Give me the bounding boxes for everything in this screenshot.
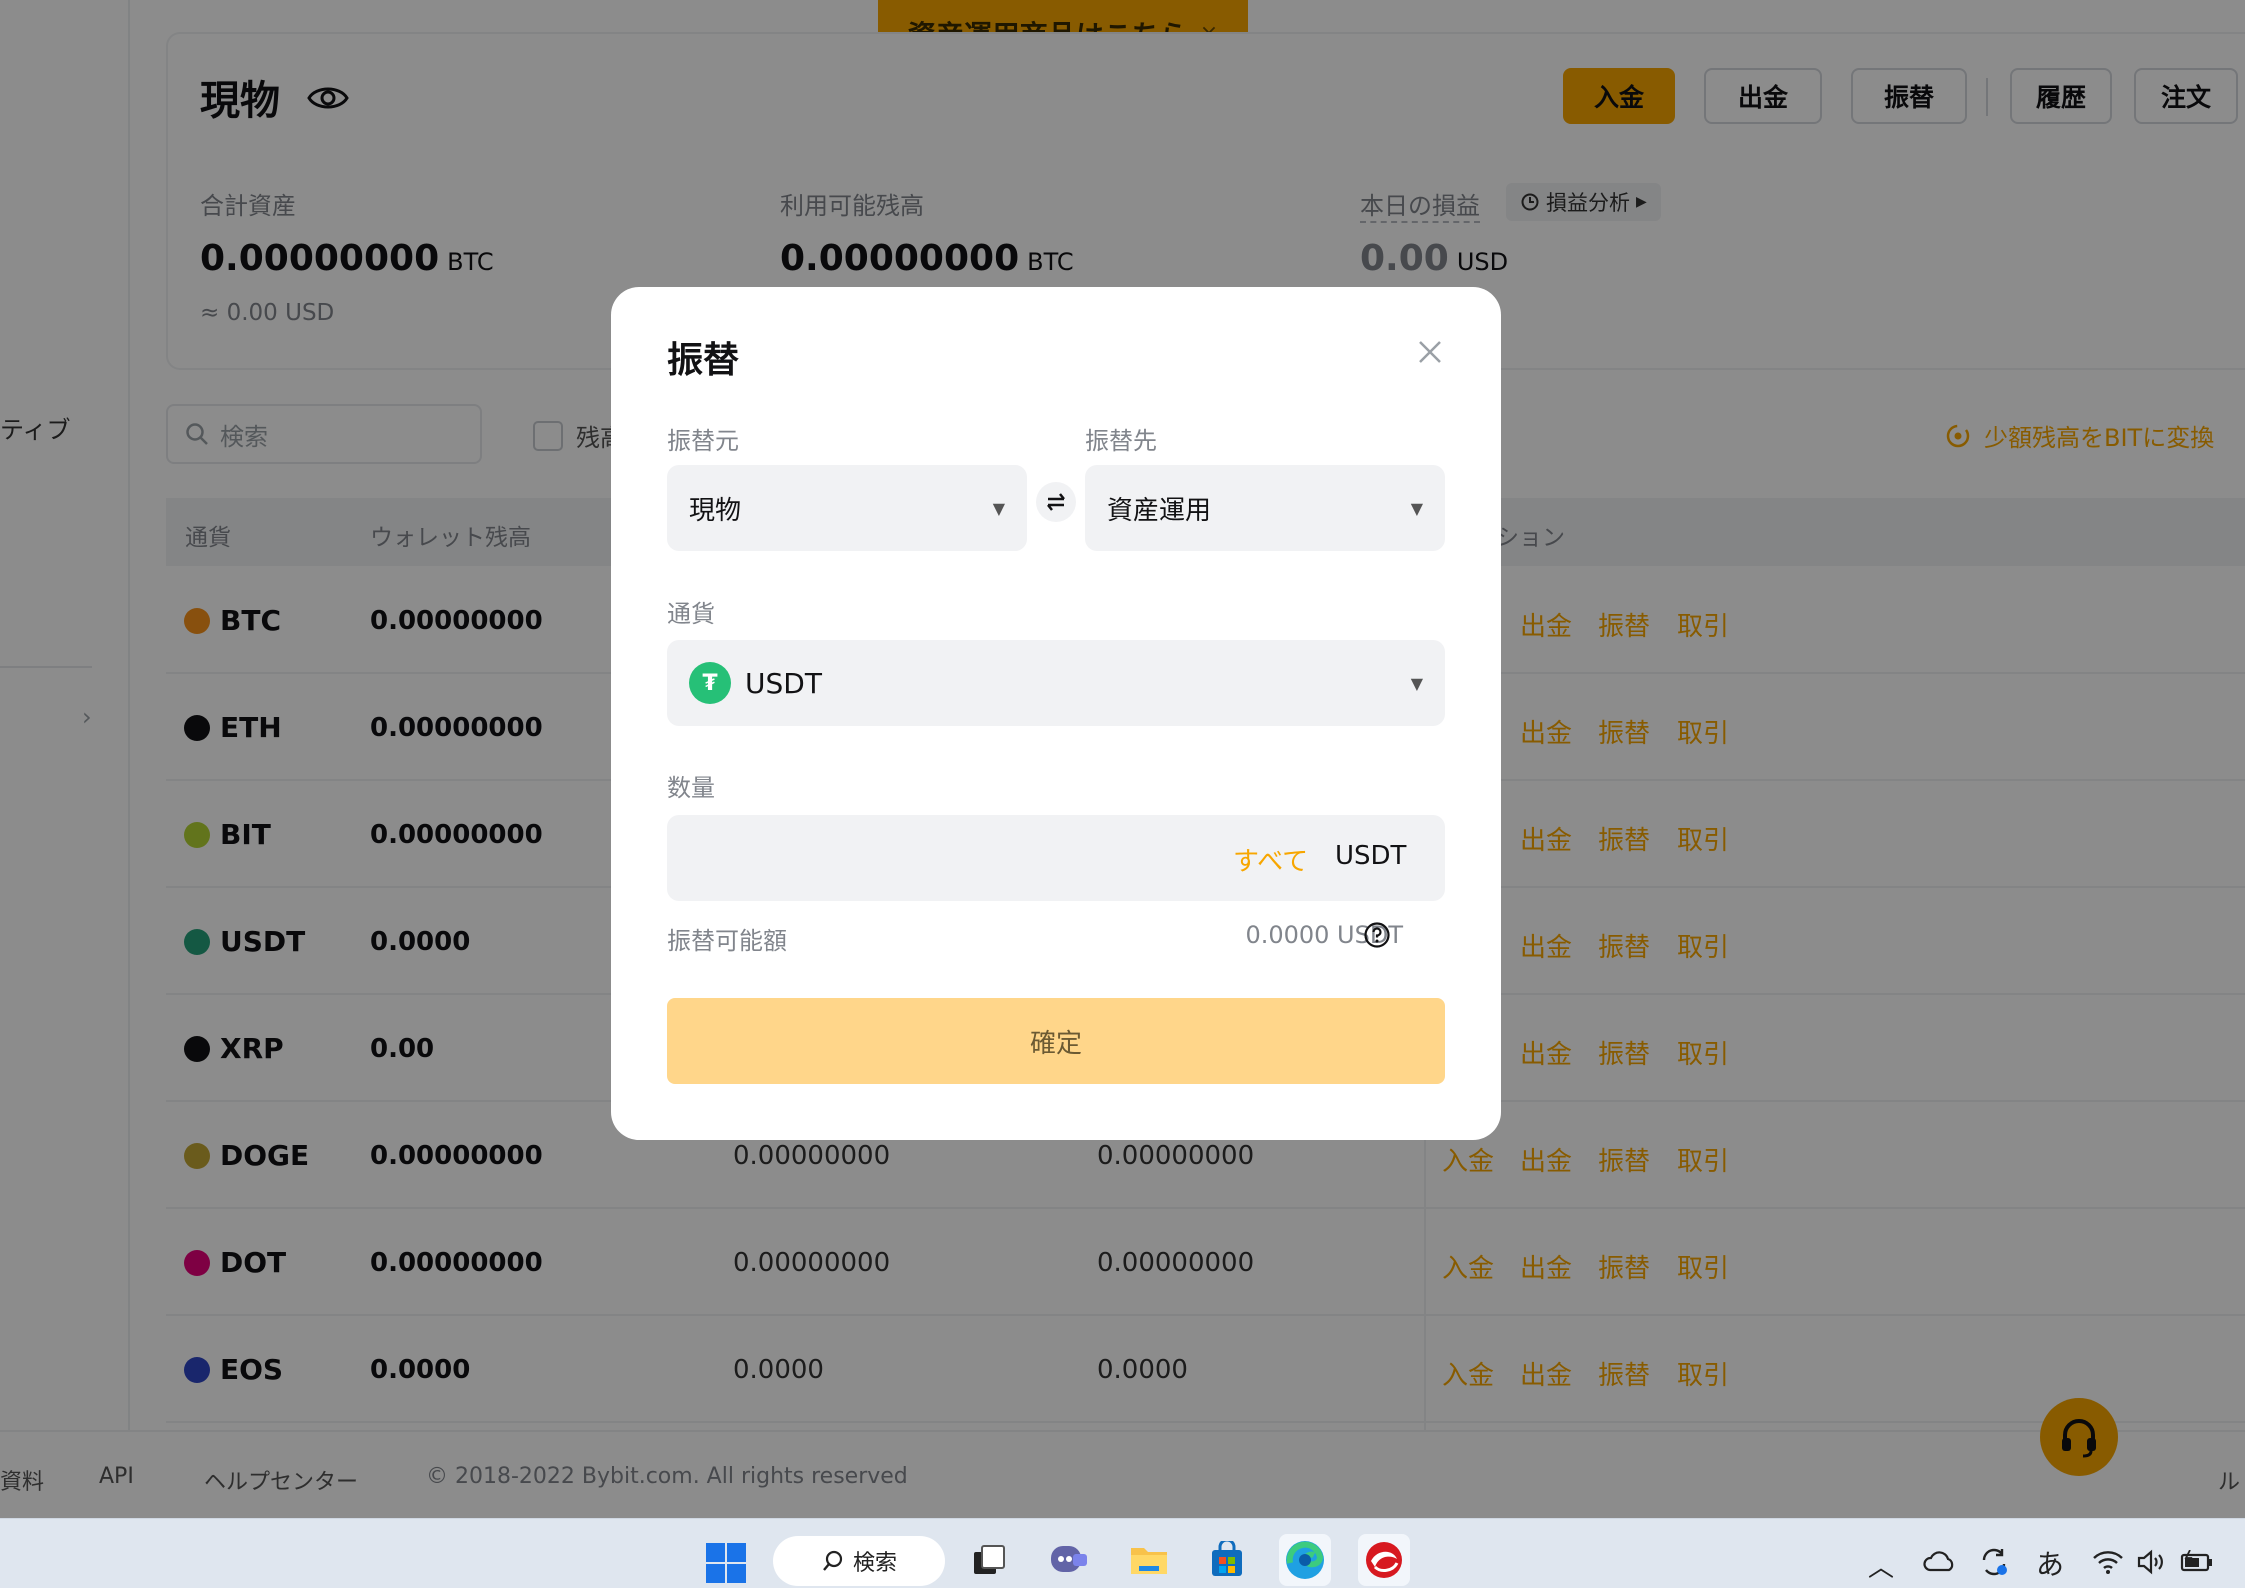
from-account-value: 現物 [689,495,742,526]
to-label: 振替先 [1085,427,1157,455]
battery-icon[interactable] [2180,1550,2214,1574]
taskbar-search-label: 検索 [852,1551,897,1576]
usdt-icon: ₮ [689,662,731,704]
from-account-select[interactable]: 現物 ▼ [667,465,1027,551]
task-view-icon[interactable] [963,1534,1015,1586]
search-icon [823,1550,843,1571]
chevron-up-icon[interactable]: ︿ [1868,1547,1894,1584]
volume-icon[interactable] [2136,1549,2166,1575]
caret-down-icon: ▼ [992,498,1005,518]
swap-direction-button[interactable] [1036,482,1076,522]
to-account-select[interactable]: 資産運用 ▼ [1085,465,1445,551]
transfer-dialog: 振替 振替元 現物 ▼ 振替先 資産運用 ▼ 通貨 ₮ USDT ▼ 数量 すべ… [611,287,1501,1140]
caret-down-icon: ▼ [1410,673,1423,693]
max-amount-link[interactable]: すべて [1233,841,1308,878]
edge-browser-icon[interactable] [1279,1534,1331,1586]
security-app-icon[interactable] [1358,1534,1410,1586]
taskbar-search[interactable]: 検索 [773,1536,945,1586]
amount-label: 数量 [667,774,715,802]
to-account-value: 資産運用 [1107,495,1212,526]
chat-app-icon[interactable] [1043,1534,1095,1586]
swap-icon [1047,493,1065,511]
amount-input[interactable] [689,815,1213,903]
currency-value: USDT [745,666,822,700]
from-label: 振替元 [667,427,739,455]
close-icon[interactable] [1415,337,1445,367]
amount-field[interactable]: すべて USDT [667,815,1445,903]
caret-down-icon: ▼ [1410,498,1423,518]
sync-icon[interactable] [1978,1546,2010,1578]
amount-unit: USDT [1335,841,1407,871]
currency-selected: ₮ USDT [689,662,822,704]
windows-start-icon[interactable] [705,1542,747,1584]
store-icon[interactable] [1201,1534,1253,1586]
file-explorer-icon[interactable] [1123,1534,1175,1586]
confirm-button[interactable]: 確定 [667,998,1445,1084]
wifi-icon[interactable] [2092,1549,2124,1575]
currency-select[interactable]: ₮ USDT ▼ [667,640,1445,726]
ime-indicator[interactable]: あ [2036,1543,2064,1583]
dialog-title: 振替 [667,340,740,381]
currency-label: 通貨 [667,600,715,628]
help-icon[interactable] [1363,921,1391,949]
cloud-icon[interactable] [1922,1550,1956,1574]
transferable-label: 振替可能額 [667,927,787,955]
